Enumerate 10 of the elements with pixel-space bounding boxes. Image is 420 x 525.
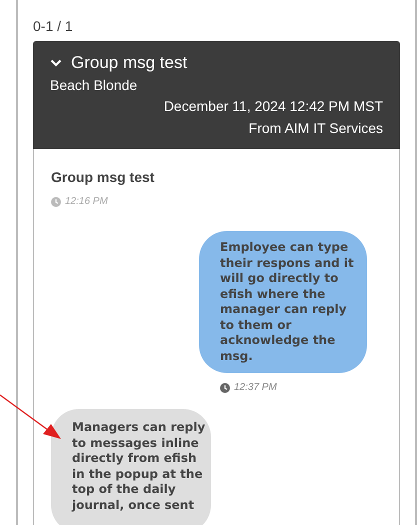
header-title: Group msg test — [71, 52, 188, 74]
timestamp: 12:16 PM — [65, 195, 108, 209]
pager-count: 0-1 / 1 — [33, 17, 74, 36]
message-source: From AIM IT Services — [248, 119, 383, 138]
message-date: December 11, 2024 12:42 PM MST — [164, 97, 383, 116]
timestamp: 12:37 PM — [234, 381, 277, 395]
chat-bubble: Employee can type their respons and it will go directly to efish where the manager can reply to them or acknowledge the msg. — [199, 231, 367, 373]
body-title: Group msg test — [51, 168, 156, 187]
sender-name: Beach Blonde — [50, 76, 138, 95]
chat-bubble: Managers can reply to messages inline directly from efish in the popup at the top of the daily journal, once sent — [51, 409, 211, 525]
